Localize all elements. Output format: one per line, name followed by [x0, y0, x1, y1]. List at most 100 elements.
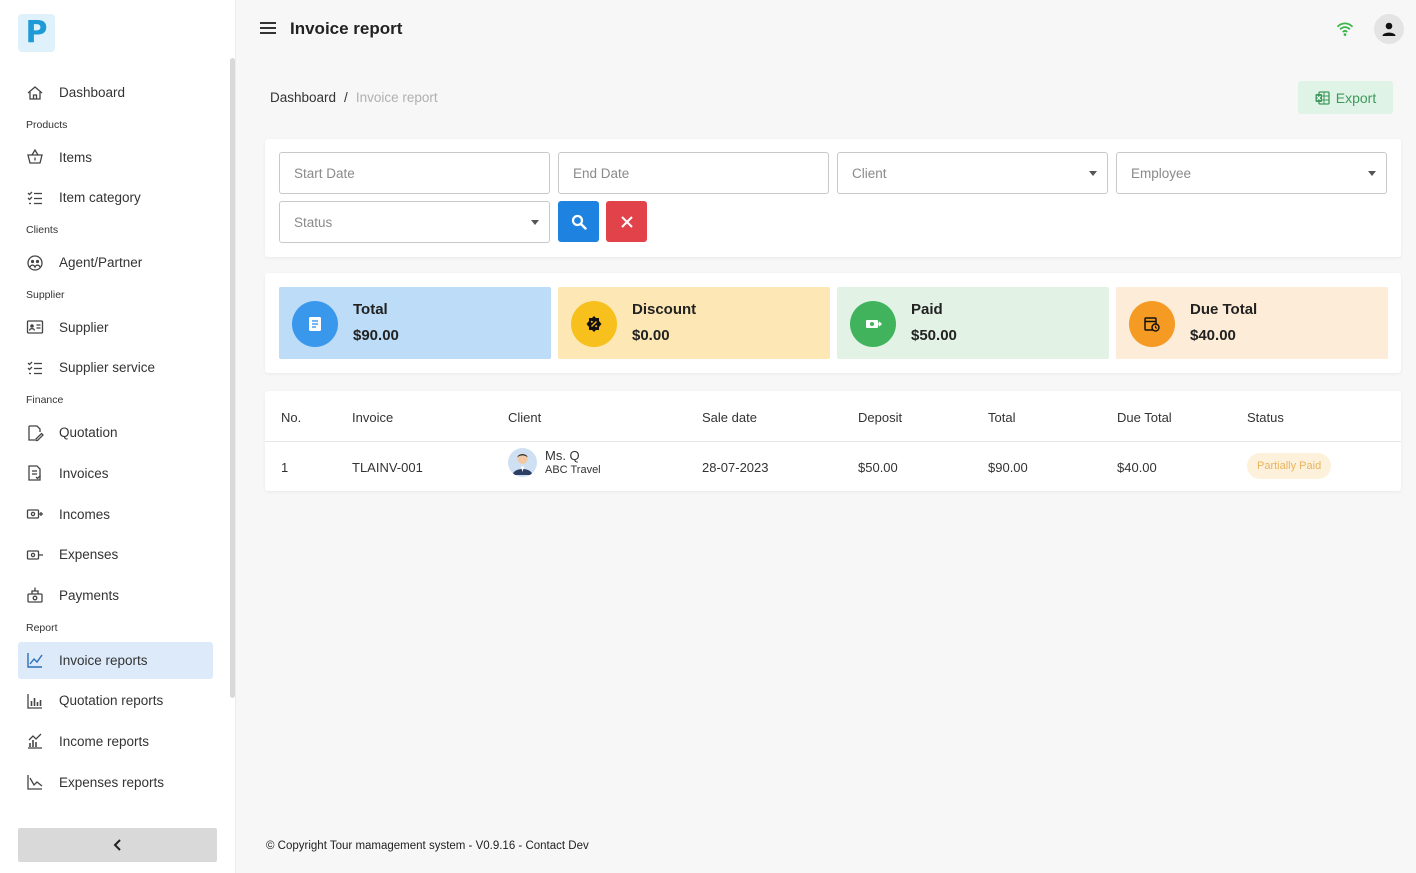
basket-icon	[26, 148, 44, 166]
sidebar-nav: Dashboard Products Items Item category Clien…	[18, 74, 213, 804]
excel-icon	[1315, 90, 1330, 105]
end-date-placeholder: End Date	[573, 165, 630, 181]
stat-due-value: $40.00	[1190, 327, 1236, 344]
stat-total: Total $90.00	[279, 287, 551, 359]
search-icon	[571, 214, 587, 230]
sidebar-item-quotation-reports[interactable]: Quotation reports	[18, 682, 213, 719]
sidebar-item-supplier[interactable]: Supplier	[18, 309, 213, 346]
stat-paid-label: Paid	[911, 301, 943, 318]
collapse-sidebar-button[interactable]	[18, 828, 217, 862]
breadcrumb: Dashboard / Invoice report	[270, 90, 438, 105]
sidebar-item-invoice-reports[interactable]: Invoice reports	[18, 641, 213, 679]
sidebar-item-label: Supplier	[59, 319, 109, 335]
breadcrumb-current: Invoice report	[355, 90, 438, 105]
column-header-due-total[interactable]: Due Total	[1117, 410, 1172, 425]
client-select[interactable]: Client	[837, 152, 1108, 194]
stat-paid-circle	[850, 301, 896, 347]
sidebar-item-expenses-reports[interactable]: Expenses reports	[18, 764, 213, 801]
sidebar-item-supplier-service[interactable]: Supplier service	[18, 349, 213, 386]
invoice-icon	[26, 464, 44, 482]
column-header-status[interactable]: Status	[1247, 410, 1284, 425]
client-avatar	[508, 448, 537, 477]
stat-discount-value: $0.00	[632, 327, 670, 344]
cell-no: 1	[281, 460, 289, 475]
column-header-total[interactable]: Total	[988, 410, 1015, 425]
client-organization: ABC Travel	[545, 464, 601, 476]
user-avatar-button[interactable]	[1374, 14, 1404, 44]
cell-due-total: $40.00	[1117, 460, 1157, 475]
stat-discount-circle	[571, 301, 617, 347]
sidebar-section-supplier: Supplier	[26, 288, 65, 301]
cell-invoice[interactable]: TLAINV-001	[352, 460, 423, 475]
sidebar-item-label: Items	[59, 149, 93, 165]
stat-total-label: Total	[353, 301, 388, 318]
sidebar-item-incomes[interactable]: Incomes	[18, 496, 213, 533]
id-card-icon	[26, 318, 44, 336]
app-logo[interactable]: P	[18, 14, 55, 52]
search-button[interactable]	[558, 201, 599, 242]
column-header-sale-date[interactable]: Sale date	[702, 410, 757, 425]
clear-filters-button[interactable]	[606, 201, 647, 242]
page-title: Invoice report	[290, 19, 403, 38]
sidebar-item-label: Supplier service	[59, 360, 156, 376]
logo-letter: P	[25, 15, 48, 50]
start-date-placeholder: Start Date	[294, 165, 355, 181]
employee-select[interactable]: Employee	[1116, 152, 1387, 194]
status-select[interactable]: Status	[279, 201, 550, 243]
end-date-input[interactable]: End Date	[558, 152, 829, 194]
sidebar-item-label: Invoices	[59, 465, 109, 481]
sidebar-item-label: Income reports	[59, 733, 150, 749]
sidebar-item-dashboard[interactable]: Dashboard	[18, 74, 213, 111]
sidebar: P Dashboard Products Items Item category Cli…	[0, 0, 236, 873]
caret-down-icon	[1368, 171, 1376, 176]
column-header-no[interactable]: No.	[281, 410, 301, 425]
money-out-icon	[26, 546, 44, 564]
sidebar-item-quotation[interactable]: Quotation	[18, 414, 213, 451]
income-chart-icon	[26, 732, 44, 750]
sidebar-section-report: Report	[26, 621, 58, 634]
stat-total-circle	[292, 301, 338, 347]
document-edit-icon	[26, 424, 44, 442]
sidebar-item-label: Quotation	[59, 425, 118, 441]
sidebar-item-payments[interactable]: Payments	[18, 577, 213, 614]
sidebar-item-label: Item category	[59, 190, 141, 206]
stat-due-label: Due Total	[1190, 301, 1258, 318]
breadcrumb-dashboard-link[interactable]: Dashboard	[270, 90, 336, 105]
expense-chart-icon	[26, 773, 44, 791]
cell-client: Ms. Q ABC Travel	[508, 448, 601, 477]
sidebar-item-invoices[interactable]: Invoices	[18, 455, 213, 492]
status-badge: Partially Paid	[1247, 453, 1332, 479]
employee-placeholder: Employee	[1131, 165, 1192, 181]
sidebar-item-label: Expenses reports	[59, 774, 165, 790]
home-icon	[26, 84, 44, 102]
chevron-left-icon	[113, 839, 121, 851]
sidebar-item-expenses[interactable]: Expenses	[18, 536, 213, 573]
user-icon	[1382, 22, 1396, 36]
list-check-icon	[26, 359, 44, 377]
footer-copyright: © Copyright Tour mamagement system - V0.…	[266, 840, 589, 852]
column-header-deposit[interactable]: Deposit	[858, 410, 902, 425]
sidebar-item-items[interactable]: Items	[18, 139, 213, 176]
payments-icon	[26, 586, 44, 604]
cell-total: $90.00	[988, 460, 1028, 475]
column-header-client[interactable]: Client	[508, 410, 541, 425]
start-date-input[interactable]: Start Date	[279, 152, 550, 194]
stat-discount: Discount $0.00	[558, 287, 830, 359]
sidebar-item-label: Dashboard	[59, 85, 126, 100]
stat-total-value: $90.00	[353, 327, 399, 344]
column-header-invoice[interactable]: Invoice	[352, 410, 393, 425]
client-name: Ms. Q	[545, 448, 580, 463]
summary-panel: Total $90.00 Discount $0.00 Paid $50.00 …	[265, 273, 1401, 373]
partner-icon	[26, 254, 44, 272]
cash-icon	[866, 320, 882, 328]
menu-toggle-icon[interactable]	[260, 22, 276, 36]
sidebar-item-agent-partner[interactable]: Agent/Partner	[18, 244, 213, 281]
sidebar-scrollbar[interactable]	[230, 58, 235, 698]
sidebar-item-label: Incomes	[59, 506, 111, 522]
sidebar-item-income-reports[interactable]: Income reports	[18, 723, 213, 760]
close-icon	[620, 215, 633, 228]
sidebar-item-item-category[interactable]: Item category	[18, 179, 213, 216]
receipt-icon	[309, 317, 321, 331]
export-button[interactable]: Export	[1298, 81, 1393, 114]
cell-sale-date: 28-07-2023	[702, 460, 769, 475]
